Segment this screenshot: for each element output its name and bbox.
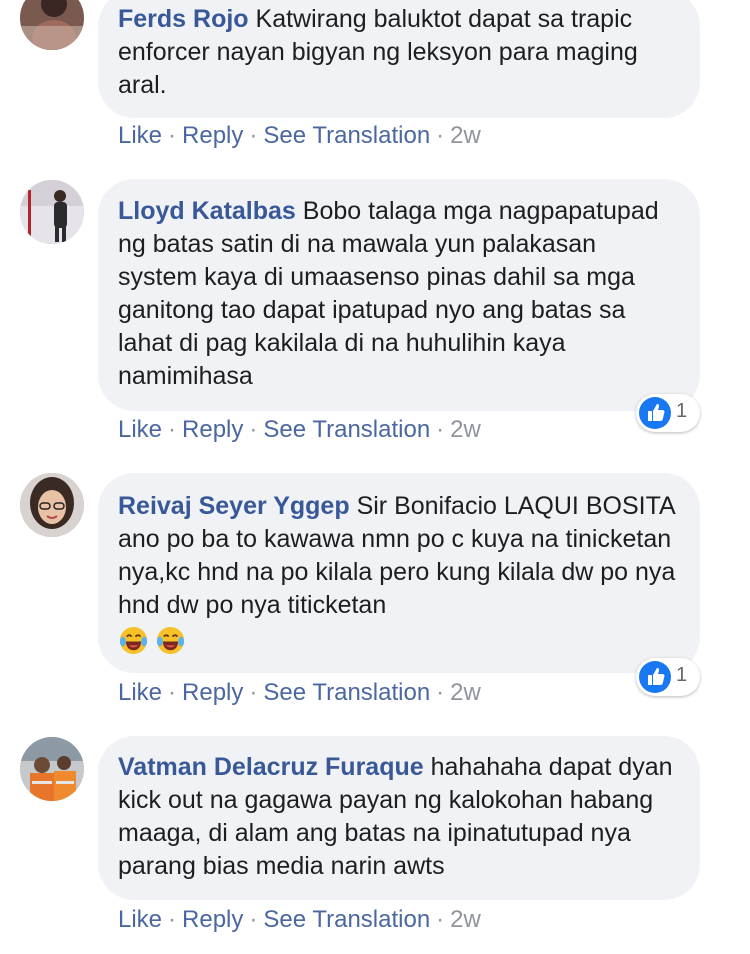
reaction-summary[interactable]: 1 <box>636 394 700 432</box>
separator: · <box>168 122 177 149</box>
separator: · <box>436 416 445 443</box>
comment-text: Bobo talaga mga nagpapatupad ng batas sa… <box>118 197 659 390</box>
reply-link[interactable]: Reply <box>182 416 243 443</box>
timestamp[interactable]: 2w <box>450 906 481 933</box>
separator: · <box>436 122 445 149</box>
comment-author[interactable]: Reivaj Seyer Yggep <box>118 492 350 520</box>
timestamp[interactable]: 2w <box>450 122 481 149</box>
separator: · <box>249 416 258 443</box>
separator: · <box>436 906 445 933</box>
avatar[interactable] <box>20 473 84 537</box>
avatar[interactable] <box>20 737 84 801</box>
reply-link[interactable]: Reply <box>182 122 243 149</box>
profile-photo-icon <box>20 180 84 244</box>
see-translation-link[interactable]: See Translation <box>263 416 430 443</box>
avatar[interactable] <box>20 180 84 244</box>
comment-author[interactable]: Ferds Rojo <box>118 5 249 33</box>
comment-actions: Like · Reply · See Translation · 2w <box>118 416 481 444</box>
comment-bubble: Reivaj Seyer Yggep Sir Bonifacio LAQUI B… <box>98 473 700 673</box>
reaction-count: 1 <box>676 400 688 422</box>
timestamp[interactable]: 2w <box>450 679 481 706</box>
see-translation-link[interactable]: See Translation <box>263 122 430 149</box>
profile-photo-icon <box>20 737 84 801</box>
like-link[interactable]: Like <box>118 122 162 149</box>
comment-actions: Like · Reply · See Translation · 2w <box>118 122 481 150</box>
comment-actions: Like · Reply · See Translation · 2w <box>118 906 481 934</box>
like-reaction-icon <box>639 397 671 429</box>
see-translation-link[interactable]: See Translation <box>263 679 430 706</box>
comment-bubble: Ferds Rojo Katwirang baluktot dapat sa t… <box>98 0 700 118</box>
like-link[interactable]: Like <box>118 679 162 706</box>
separator: · <box>249 679 258 706</box>
reply-link[interactable]: Reply <box>182 906 243 933</box>
laughing-tears-icon <box>155 625 186 656</box>
comment-author[interactable]: Lloyd Katalbas <box>118 197 296 225</box>
like-link[interactable]: Like <box>118 416 162 443</box>
avatar[interactable] <box>20 0 84 50</box>
separator: · <box>436 679 445 706</box>
comment-author[interactable]: Vatman Delacruz Furaque <box>118 753 424 781</box>
reply-link[interactable]: Reply <box>182 679 243 706</box>
separator: · <box>168 416 177 443</box>
reaction-summary[interactable]: 1 <box>636 658 700 696</box>
reaction-count: 1 <box>676 664 688 686</box>
profile-photo-icon <box>20 473 84 537</box>
see-translation-link[interactable]: See Translation <box>263 906 430 933</box>
separator: · <box>249 122 258 149</box>
separator: · <box>168 906 177 933</box>
comment-bubble: Vatman Delacruz Furaque hahahaha dapat d… <box>98 736 700 900</box>
comment-bubble: Lloyd Katalbas Bobo talaga mga nagpapatu… <box>98 179 700 411</box>
separator: · <box>168 679 177 706</box>
separator: · <box>249 906 258 933</box>
comment-actions: Like · Reply · See Translation · 2w <box>118 679 481 707</box>
timestamp[interactable]: 2w <box>450 416 481 443</box>
profile-photo-icon <box>20 0 84 50</box>
like-reaction-icon <box>639 661 671 693</box>
laughing-tears-icon <box>118 625 149 656</box>
like-link[interactable]: Like <box>118 906 162 933</box>
